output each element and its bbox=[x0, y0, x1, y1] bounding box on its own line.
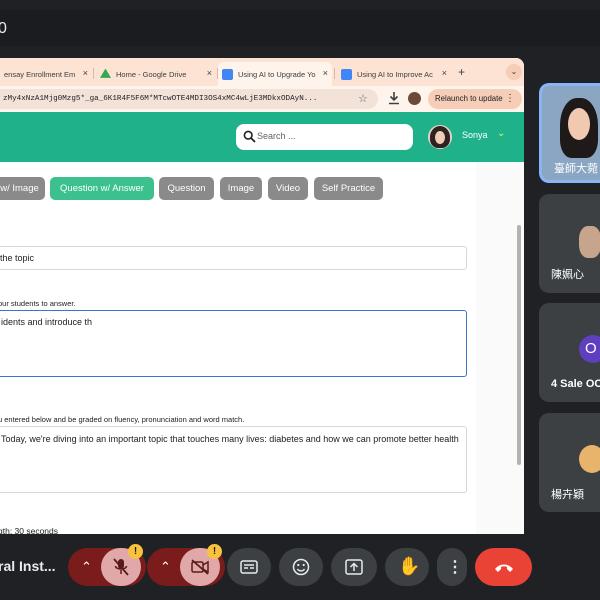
tab-upgrade[interactable]: Using AI to Upgrade Yo × bbox=[218, 62, 332, 86]
participant-initial-avatar: O bbox=[579, 335, 600, 363]
mic-off-icon bbox=[113, 558, 129, 576]
emoji-icon bbox=[292, 558, 310, 576]
user-name[interactable]: Sonya bbox=[462, 130, 488, 140]
raise-hand-button[interactable]: ✋ bbox=[385, 548, 429, 586]
close-icon[interactable]: × bbox=[323, 68, 328, 78]
more-vert-icon: ⋮ bbox=[447, 559, 463, 576]
more-options-button[interactable]: ⋮ bbox=[437, 548, 467, 586]
camera-warning-badge: ! bbox=[207, 544, 222, 559]
type-button-question[interactable]: Question bbox=[159, 177, 214, 200]
topic-field[interactable]: the topic bbox=[0, 246, 467, 270]
bookmark-star-icon[interactable]: ☆ bbox=[358, 92, 368, 105]
camera-off-icon bbox=[191, 559, 209, 575]
meet-top-bar: 0 bbox=[0, 0, 600, 56]
present-button[interactable] bbox=[331, 548, 377, 586]
participant-face bbox=[568, 108, 590, 140]
profile-icon[interactable] bbox=[408, 92, 421, 105]
tab-divider bbox=[93, 68, 94, 79]
google-docs-icon bbox=[222, 68, 233, 80]
close-icon[interactable]: × bbox=[83, 68, 88, 78]
chevron-down-icon[interactable]: ⌄ bbox=[497, 128, 505, 139]
chevron-up-icon[interactable]: ⌃ bbox=[160, 559, 171, 575]
type-button-image[interactable]: Image bbox=[220, 177, 262, 200]
captions-button[interactable] bbox=[227, 548, 271, 586]
chevron-up-icon[interactable]: ⌃ bbox=[81, 559, 92, 575]
participant-name: 4 Sale OC bbox=[551, 378, 600, 390]
participant-tile-2[interactable]: 陳姵心 bbox=[539, 194, 600, 293]
url-field[interactable]: zMy4xNzA1Mjg0Mzg5*_ga_6K1R4F5F6M*MTcwOTE… bbox=[0, 89, 378, 109]
search-icon bbox=[243, 130, 256, 143]
tab-label: Using AI to Improve Ac bbox=[357, 69, 433, 79]
topic-value: the topic bbox=[0, 253, 35, 263]
meeting-name: ral Inst... bbox=[0, 558, 56, 574]
tab-search-button[interactable]: ⌄ bbox=[506, 64, 522, 80]
type-button-question-w-answer[interactable]: Question w/ Answer bbox=[50, 177, 154, 200]
participant-name: 楊卉穎 bbox=[551, 489, 584, 501]
relaunch-label: Relaunch to update bbox=[435, 94, 503, 103]
tab-strip: ensay Enrollment Em × Home - Google Driv… bbox=[0, 58, 524, 86]
tab-enrollment[interactable]: ensay Enrollment Em × bbox=[0, 62, 92, 86]
tab-label: Using AI to Upgrade Yo bbox=[238, 69, 316, 79]
tab-improve[interactable]: Using AI to Improve Ac × bbox=[337, 62, 451, 86]
participant-name: 陳姵心 bbox=[551, 269, 584, 281]
participant-tile-1[interactable]: 臺師大菀 bbox=[539, 83, 600, 183]
reactions-button[interactable] bbox=[279, 548, 323, 586]
participant-emoji-avatar bbox=[579, 445, 600, 473]
question-hint: our students to answer. bbox=[0, 299, 76, 308]
type-button-self-practice[interactable]: Self Practice bbox=[314, 177, 383, 200]
question-value: idents and introduce th bbox=[1, 317, 93, 327]
length-label: gth: 30 seconds bbox=[0, 526, 59, 536]
google-drive-icon bbox=[100, 68, 111, 78]
leave-call-button[interactable] bbox=[475, 548, 532, 586]
hang-up-icon bbox=[495, 564, 513, 572]
type-button-video[interactable]: Video bbox=[268, 177, 308, 200]
present-screen-icon bbox=[345, 559, 363, 575]
address-bar-row: zMy4xNzA1Mjg0Mzg5*_ga_6K1R4F5F6M*MTcwOTE… bbox=[0, 86, 524, 112]
relaunch-button[interactable]: Relaunch to update ⋮ bbox=[428, 89, 522, 109]
avatar[interactable] bbox=[428, 125, 452, 149]
scrollbar[interactable] bbox=[517, 225, 521, 465]
question-textarea[interactable]: idents and introduce th bbox=[0, 310, 467, 377]
tab-divider bbox=[334, 68, 335, 79]
participant-photo bbox=[579, 226, 600, 258]
window-title: 0 bbox=[0, 20, 7, 37]
type-button-w-image[interactable]: w/ Image bbox=[0, 177, 45, 200]
google-docs-icon bbox=[341, 68, 352, 80]
captions-icon bbox=[240, 560, 258, 574]
answer-value: Today, we're diving into an important to… bbox=[1, 434, 459, 444]
close-icon[interactable]: × bbox=[207, 68, 212, 78]
hand-icon: ✋ bbox=[398, 556, 421, 576]
participant-name: 臺師大菀 bbox=[554, 163, 598, 175]
answer-hint: u entered below and be graded on fluency… bbox=[0, 415, 245, 424]
app-header: Search ... Sonya ⌄ bbox=[0, 112, 524, 162]
answer-textarea[interactable]: Today, we're diving into an important to… bbox=[0, 426, 467, 493]
tab-label: Home - Google Drive bbox=[116, 69, 187, 79]
presenting-strip bbox=[0, 10, 600, 46]
close-icon[interactable]: × bbox=[442, 68, 447, 78]
search-placeholder: Search ... bbox=[257, 131, 296, 141]
mic-warning-badge: ! bbox=[128, 544, 143, 559]
participant-tile-4[interactable]: 楊卉穎 bbox=[539, 413, 600, 512]
participant-tile-3[interactable]: O 4 Sale OC bbox=[539, 303, 600, 402]
new-tab-button[interactable]: + bbox=[458, 65, 465, 79]
tab-google-drive[interactable]: Home - Google Drive × bbox=[96, 62, 216, 86]
search-input[interactable]: Search ... bbox=[236, 124, 413, 150]
more-vert-icon: ⋮ bbox=[505, 93, 515, 104]
tab-label: ensay Enrollment Em bbox=[4, 69, 76, 79]
download-icon[interactable] bbox=[388, 91, 400, 105]
